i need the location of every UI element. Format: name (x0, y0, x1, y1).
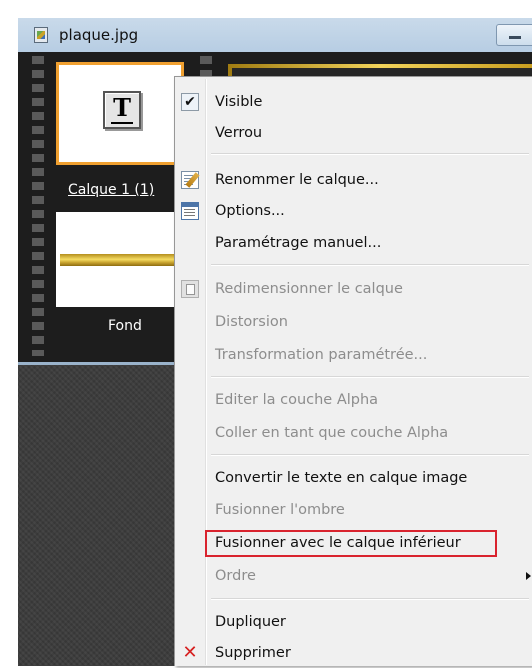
menu-item-label: Transformation paramétrée... (215, 347, 428, 363)
menu-item-distortion[interactable]: Distorsion (175, 307, 532, 337)
menu-item-label: Paramétrage manuel... (215, 235, 382, 251)
menu-item-convert-text[interactable]: Convertir le texte en calque image (175, 463, 532, 493)
menu-separator (211, 376, 529, 378)
minimize-button[interactable] (496, 24, 532, 46)
menu-item-options[interactable]: Options... (175, 196, 532, 226)
menu-item-label: Verrou (215, 125, 263, 141)
menu-item-label: Coller en tant que couche Alpha (215, 425, 449, 441)
menu-item-param-transform[interactable]: Transformation paramétrée... (175, 340, 532, 370)
menu-item-label: Fusionner avec le calque inférieur (215, 535, 461, 551)
check-icon: ✔ (181, 93, 199, 111)
menu-item-lock[interactable]: Verrou (175, 118, 532, 148)
window-title: plaque.jpg (59, 26, 139, 44)
options-window-icon (181, 202, 199, 220)
menu-separator (211, 598, 529, 600)
gold-plaque-preview (60, 254, 184, 266)
layer-label-calque1[interactable]: Calque 1 (1) (68, 182, 154, 198)
menu-item-paste-alpha[interactable]: Coller en tant que couche Alpha (175, 418, 532, 448)
image-file-icon (34, 27, 48, 43)
menu-item-manual-settings[interactable]: Paramétrage manuel... (175, 228, 532, 258)
menu-item-label: Distorsion (215, 314, 288, 330)
menu-item-delete[interactable]: ✕ Supprimer (175, 638, 532, 668)
window-titlebar[interactable]: plaque.jpg (18, 18, 532, 53)
film-strip-decoration (32, 56, 44, 356)
menu-item-merge-shadow[interactable]: Fusionner l'ombre (175, 495, 532, 525)
rename-pencil-icon (181, 171, 199, 189)
text-layer-icon: T (103, 91, 141, 129)
menu-item-label: Redimensionner le calque (215, 281, 403, 297)
resize-layer-icon (181, 280, 199, 298)
submenu-arrow-icon (526, 572, 531, 580)
menu-item-resize-layer[interactable]: Redimensionner le calque (175, 274, 532, 304)
menu-item-label: Supprimer (215, 645, 291, 661)
menu-item-label: Convertir le texte en calque image (215, 470, 468, 486)
menu-separator (211, 264, 529, 266)
menu-separator (211, 454, 529, 456)
layer-thumbnail-calque1[interactable]: T (56, 62, 184, 165)
layer-context-menu: ✔ Visible Verrou Renommer le calque... O… (174, 76, 532, 666)
menu-item-label: Options... (215, 203, 285, 219)
menu-item-edit-alpha[interactable]: Editer la couche Alpha (175, 385, 532, 415)
menu-item-label: Ordre (215, 568, 256, 584)
menu-item-duplicate[interactable]: Dupliquer (175, 607, 532, 637)
menu-item-label: Dupliquer (215, 614, 286, 630)
menu-item-label: Editer la couche Alpha (215, 392, 379, 408)
menu-separator (211, 153, 529, 155)
menu-item-order[interactable]: Ordre (175, 561, 532, 591)
menu-item-rename[interactable]: Renommer le calque... (175, 165, 532, 195)
layer-thumbnail-fond[interactable] (56, 212, 184, 307)
delete-x-icon: ✕ (182, 642, 198, 663)
menu-item-merge-down[interactable]: Fusionner avec le calque inférieur (175, 528, 532, 558)
menu-item-visible[interactable]: ✔ Visible (175, 87, 532, 117)
layer-label-fond[interactable]: Fond (108, 318, 142, 334)
menu-item-label: Fusionner l'ombre (215, 502, 345, 518)
menu-item-label: Visible (215, 94, 263, 110)
menu-item-label: Renommer le calque... (215, 172, 379, 188)
